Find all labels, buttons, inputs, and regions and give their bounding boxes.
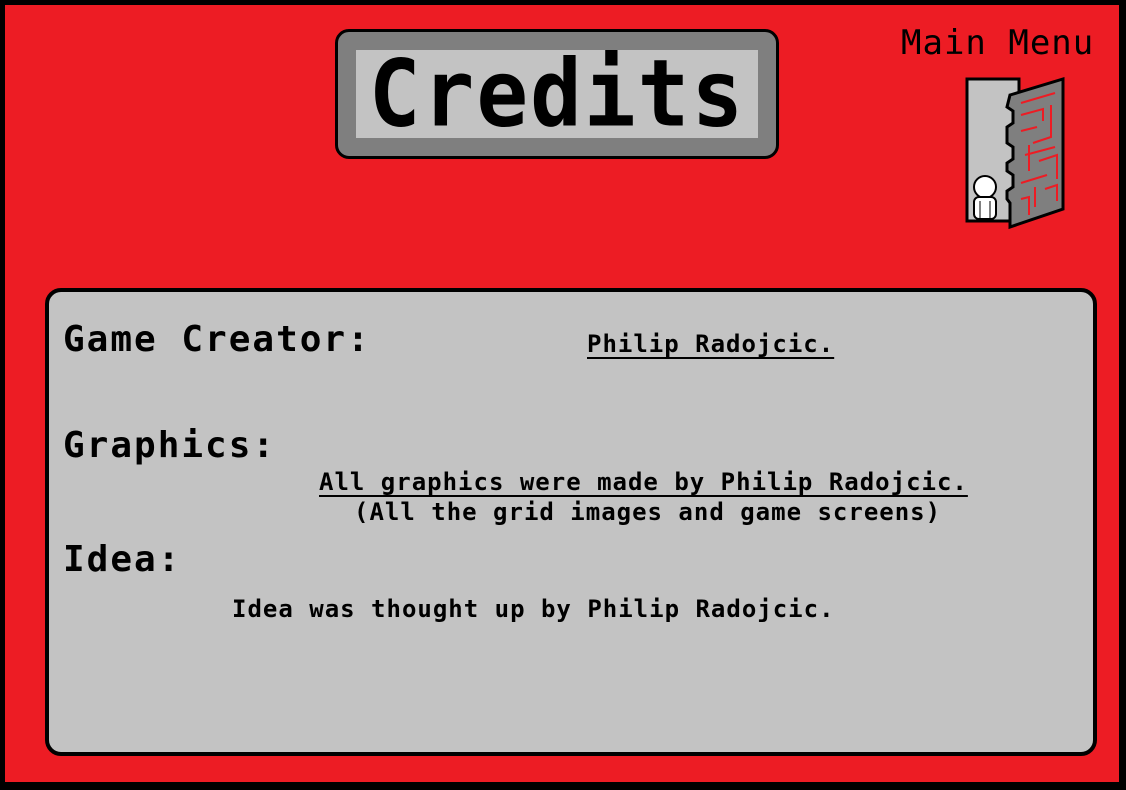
game-creator-heading: Game Creator: (63, 319, 371, 360)
game-creator-value: Philip Radojcic. (587, 330, 835, 358)
graphics-value: All graphics were made by Philip Radojci… (319, 468, 968, 496)
idea-heading: Idea: (63, 539, 182, 580)
page-title: Credits (368, 39, 746, 148)
graphics-heading: Graphics: (63, 425, 277, 466)
title-banner: Credits (335, 29, 779, 159)
credits-screen: Credits Main Menu Game Creator: Philip R… (0, 0, 1126, 790)
idea-value: Idea was thought up by Philip Radojcic. (232, 595, 835, 623)
credits-panel: Game Creator: Philip Radojcic. Graphics:… (45, 288, 1097, 756)
main-menu-label[interactable]: Main Menu (901, 23, 1121, 63)
door-maze-icon (965, 76, 1065, 230)
title-banner-inner: Credits (356, 39, 758, 148)
graphics-note: (All the grid images and game screens) (354, 498, 942, 526)
main-menu-door-button[interactable] (963, 75, 1073, 233)
